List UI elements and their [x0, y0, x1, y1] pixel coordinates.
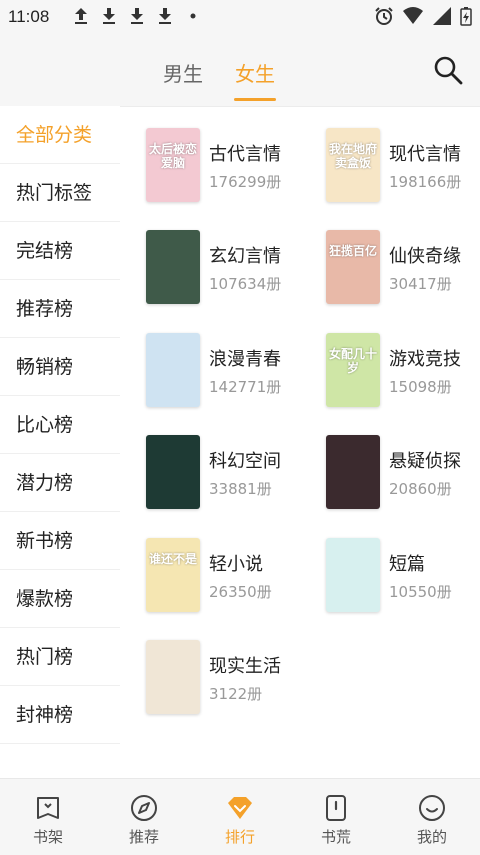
upload-icon [75, 8, 87, 24]
sidebar-item-hot[interactable]: 热门榜 [0, 628, 120, 686]
book-cover [146, 333, 200, 407]
category-name: 悬疑侦探 [389, 451, 461, 472]
category-count: 107634册 [209, 275, 282, 293]
category-count: 26350册 [209, 583, 272, 601]
category-count: 33881册 [209, 480, 272, 498]
status-bar: 11:08 [0, 0, 480, 34]
sidebar-item-legendary[interactable]: 封神榜 [0, 686, 120, 744]
system-icons [374, 6, 472, 26]
book-cover: 太后被恋爱脑 [146, 128, 200, 202]
book-cover [146, 230, 200, 304]
book-cover [326, 538, 380, 612]
nav-label: 我的 [416, 828, 447, 846]
download-icon [159, 8, 171, 24]
category-name: 古代言情 [209, 144, 281, 165]
category-name: 玄幻言情 [209, 246, 281, 267]
category-name: 现代言情 [389, 144, 461, 165]
nav-label: 推荐 [128, 828, 159, 846]
header: 男生 女生 [0, 34, 480, 107]
download-icon [103, 8, 115, 24]
sidebar-item-heart[interactable]: 比心榜 [0, 396, 120, 454]
category-name: 科幻空间 [209, 451, 281, 472]
category-count: 30417册 [389, 275, 452, 293]
book-cover: 狂揽百亿 [326, 230, 380, 304]
sidebar-item-hot-tags[interactable]: 热门标签 [0, 164, 120, 222]
book-cover: 女配几十岁 [326, 333, 380, 407]
sidebar-item-viral[interactable]: 爆款榜 [0, 570, 120, 628]
sidebar-item-new-books[interactable]: 新书榜 [0, 512, 120, 570]
nav-bookshelf[interactable]: 书架 [0, 779, 96, 855]
book-cover [146, 435, 200, 509]
category-name: 现实生活 [209, 656, 281, 677]
tab-female[interactable]: 女生 [235, 58, 275, 87]
category-item[interactable]: 短篇 10550册 [326, 538, 480, 614]
category-name: 仙侠奇缘 [389, 246, 461, 267]
category-count: 198166册 [389, 173, 462, 191]
nav-profile[interactable]: 我的 [384, 779, 480, 855]
category-count: 3122册 [209, 685, 263, 703]
bottom-nav: 书架 推荐 排行 书荒 我的 [0, 778, 480, 855]
sidebar-item-recommended[interactable]: 推荐榜 [0, 280, 120, 338]
book-cover [146, 640, 200, 714]
sidebar-item-potential[interactable]: 潜力榜 [0, 454, 120, 512]
category-grid: 太后被恋爱脑 古代言情 176299册 我在地府卖盒饭 现代言情 198166册… [120, 106, 480, 778]
bookshelf-icon [37, 797, 59, 819]
category-count: 10550册 [389, 583, 452, 601]
book-cover: 我在地府卖盒饭 [326, 128, 380, 202]
nav-ranking[interactable]: 排行 [192, 779, 288, 855]
category-item[interactable]: 谁还不是 轻小说 26350册 [146, 538, 316, 614]
category-count: 176299册 [209, 173, 282, 191]
nav-label: 书荒 [320, 828, 351, 846]
category-item[interactable]: 悬疑侦探 20860册 [326, 435, 480, 511]
sidebar-item-completed[interactable]: 完结榜 [0, 222, 120, 280]
wifi-icon [403, 7, 423, 24]
category-item[interactable]: 浪漫青春 142771册 [146, 333, 316, 409]
book-alert-icon [326, 795, 346, 821]
category-name: 游戏竞技 [389, 349, 461, 370]
sidebar-item-bestselling[interactable]: 畅销榜 [0, 338, 120, 396]
alarm-icon [375, 7, 393, 25]
signal-icon [433, 7, 451, 25]
category-item[interactable]: 狂揽百亿 仙侠奇缘 30417册 [326, 230, 480, 306]
status-time: 11:08 [8, 7, 50, 26]
search-icon[interactable] [432, 54, 464, 86]
category-item[interactable]: 科幻空间 33881册 [146, 435, 316, 511]
nav-book-shortage[interactable]: 书荒 [288, 779, 384, 855]
category-item[interactable]: 玄幻言情 107634册 [146, 230, 316, 306]
category-name: 轻小说 [209, 554, 263, 575]
book-cover: 谁还不是 [146, 538, 200, 612]
category-count: 142771册 [209, 378, 282, 396]
sidebar: 全部分类 热门标签 完结榜 推荐榜 畅销榜 比心榜 潜力榜 新书榜 爆款榜 热门… [0, 106, 120, 778]
sidebar-item-all-categories[interactable]: 全部分类 [0, 106, 120, 164]
more-notifications-icon [190, 13, 196, 19]
category-item[interactable]: 现实生活 3122册 [146, 640, 316, 716]
active-tab-indicator [234, 98, 276, 101]
notification-icons [72, 6, 202, 26]
category-item[interactable]: 我在地府卖盒饭 现代言情 198166册 [326, 128, 480, 204]
category-item[interactable]: 太后被恋爱脑 古代言情 176299册 [146, 128, 316, 204]
category-name: 短篇 [389, 554, 425, 575]
compass-icon [131, 795, 157, 821]
diamond-icon [228, 797, 252, 819]
nav-label: 书架 [32, 828, 63, 846]
nav-recommend[interactable]: 推荐 [96, 779, 192, 855]
category-name: 浪漫青春 [209, 349, 281, 370]
book-cover [326, 435, 380, 509]
battery-icon [460, 7, 472, 26]
nav-label: 排行 [224, 828, 255, 846]
category-item[interactable]: 女配几十岁 游戏竞技 15098册 [326, 333, 480, 409]
tab-male[interactable]: 男生 [163, 58, 203, 87]
category-count: 20860册 [389, 480, 452, 498]
category-count: 15098册 [389, 378, 452, 396]
download-icon [131, 8, 143, 24]
smiley-icon [419, 795, 445, 821]
